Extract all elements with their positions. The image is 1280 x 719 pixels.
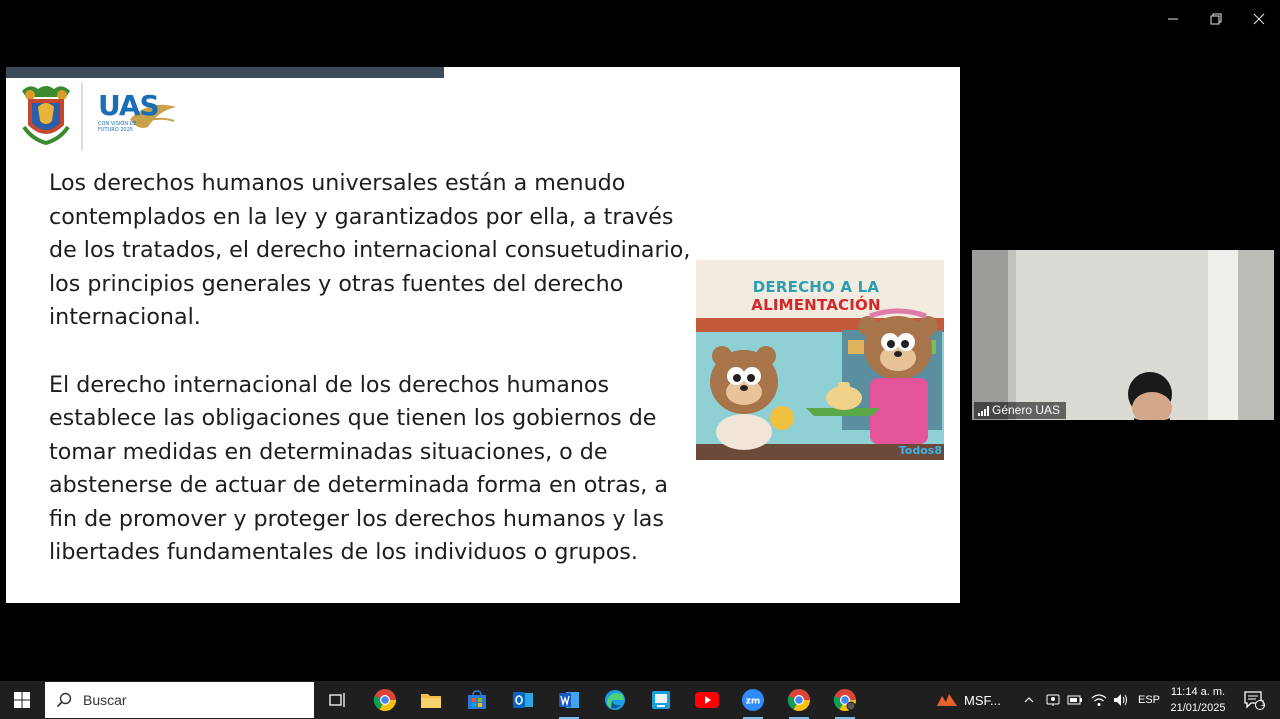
taskbar-file-explorer[interactable]	[408, 681, 454, 719]
chevron-up-icon	[1024, 697, 1034, 703]
notification-center-button[interactable]: 1	[1238, 681, 1270, 719]
battery-icon	[1067, 695, 1082, 705]
task-view-button[interactable]	[315, 681, 361, 719]
close-icon	[1253, 13, 1264, 25]
taskbar-zoom[interactable]: zm	[730, 681, 776, 719]
store-icon	[468, 690, 486, 709]
slide-paragraph-1: Los derechos humanos universales están a…	[49, 170, 691, 330]
chrome-icon	[787, 689, 810, 711]
restore-button[interactable]	[1194, 0, 1237, 38]
youtube-icon	[695, 692, 719, 708]
search-icon	[56, 692, 72, 708]
illustration-title-part1: DERECHO A LA	[752, 278, 880, 296]
participant-name-label: Género UAS	[974, 402, 1067, 419]
participant-name: Género UAS	[992, 403, 1061, 417]
uas-logos: UAS CON VISIÓN DE FUTURO 2025	[18, 81, 188, 153]
msf-app-icon	[937, 694, 957, 706]
zoom-icon: zm	[742, 689, 764, 711]
running-app-label: MSF...	[964, 692, 1001, 708]
search-input[interactable]	[81, 691, 305, 709]
taskbar-chrome-3[interactable]	[822, 681, 868, 719]
taskbar-chrome-1[interactable]	[362, 681, 408, 719]
slide-accent-bar	[6, 67, 444, 78]
minimize-icon	[1167, 18, 1178, 20]
minimize-button[interactable]	[1151, 0, 1194, 38]
word-icon	[559, 692, 579, 708]
illustration-title: DERECHO A LA ALIMENTACIÓN	[692, 278, 940, 314]
outlook-icon	[513, 692, 533, 708]
taskbar-youtube[interactable]	[684, 681, 730, 719]
taskbar-edge[interactable]	[592, 681, 638, 719]
uas-logo-text: UAS	[98, 89, 160, 122]
right-to-food-illustration: DERECHO A LA ALIMENTACIÓN Todos8	[692, 260, 948, 461]
uas-logo-tagline: CON VISIÓN DE FUTURO 2025	[98, 121, 137, 133]
taskbar-app-blue[interactable]	[638, 681, 684, 719]
task-view-icon	[329, 693, 345, 707]
windows-logo-icon	[14, 692, 30, 708]
edge-icon	[605, 690, 625, 710]
illustration-brand: Todos8	[898, 444, 942, 457]
folder-icon	[421, 694, 441, 708]
taskbar-clock[interactable]: 11:14 a. m. 21/01/2025	[1163, 684, 1233, 716]
taskbar-chrome-2[interactable]	[776, 681, 822, 719]
volume-icon	[1114, 694, 1127, 706]
slide-paragraph-2: El derecho internacional de los derechos…	[49, 371, 668, 566]
svg-text:zm: zm	[746, 697, 761, 707]
meet-now-icon	[1046, 694, 1060, 706]
window-controls	[1151, 0, 1280, 38]
notification-count: 1	[1260, 699, 1266, 708]
presentation-slide: UAS CON VISIÓN DE FUTURO 2025 Los derech…	[6, 67, 960, 603]
restore-icon	[1210, 13, 1221, 25]
participant-video-tile[interactable]: Género UAS	[972, 250, 1274, 420]
tray-meet-now[interactable]	[1042, 681, 1064, 719]
show-hidden-icons-button[interactable]	[1018, 681, 1040, 719]
illustration-title-highlight: ALIMENTACIÓN	[751, 296, 881, 314]
start-button[interactable]	[0, 681, 44, 719]
taskbar-microsoft-store[interactable]	[454, 681, 500, 719]
tray-battery[interactable]	[1064, 681, 1086, 719]
slide-body-text: Los derechos humanos universales están a…	[49, 167, 699, 570]
taskbar-word[interactable]	[546, 681, 592, 719]
windows-taskbar: zm MSF... ESP 11:14 a. m. 21/01/2025 1	[0, 681, 1280, 719]
app-window-icon	[652, 691, 670, 709]
tray-volume[interactable]	[1110, 681, 1132, 719]
close-button[interactable]	[1237, 0, 1280, 38]
clock-time: 11:14 a. m.	[1170, 686, 1226, 698]
tray-network[interactable]	[1088, 681, 1110, 719]
signal-strength-icon	[978, 406, 989, 416]
wifi-icon	[1091, 694, 1107, 706]
participant-video-feed	[972, 250, 1274, 420]
clock-date: 21/01/2025	[1170, 702, 1226, 714]
taskbar-search-box[interactable]	[45, 682, 314, 718]
input-language[interactable]: ESP	[1138, 681, 1160, 719]
taskbar-running-app[interactable]: MSF...	[936, 681, 1001, 719]
chrome-icon	[373, 689, 396, 711]
taskbar-outlook[interactable]	[500, 681, 546, 719]
chrome-profile-icon	[833, 689, 856, 711]
